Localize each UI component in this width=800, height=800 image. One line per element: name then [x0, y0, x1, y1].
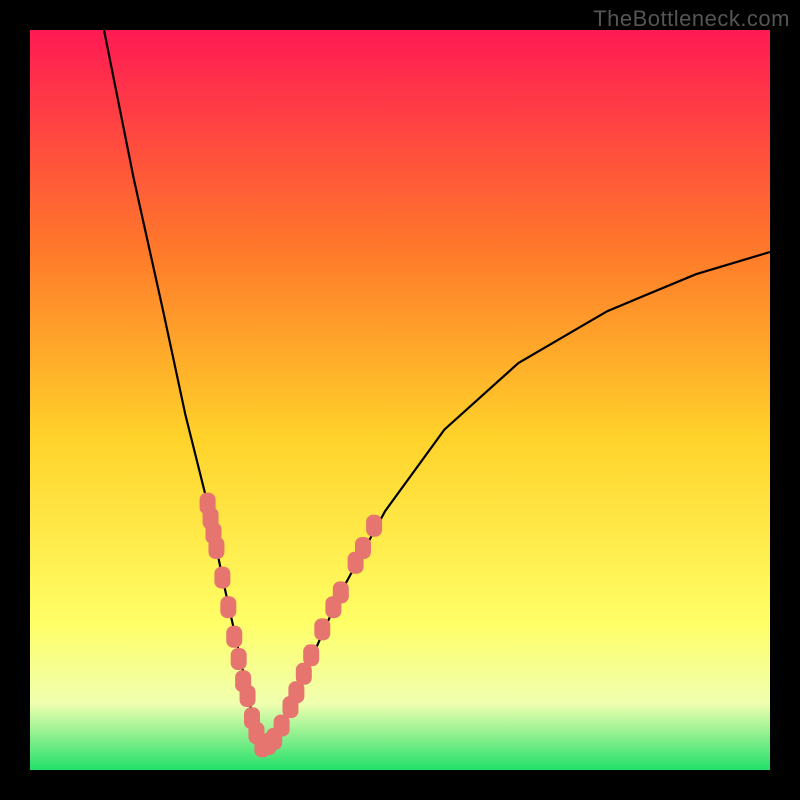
- bottleneck-chart: [30, 30, 770, 770]
- chart-frame: TheBottleneck.com: [0, 0, 800, 800]
- marker-dot: [314, 618, 330, 640]
- gradient-background: [30, 30, 770, 770]
- marker-dot: [274, 715, 290, 737]
- marker-dot: [333, 581, 349, 603]
- marker-dot: [220, 596, 236, 618]
- marker-dot: [240, 685, 256, 707]
- marker-dot: [214, 567, 230, 589]
- marker-dot: [355, 537, 371, 559]
- watermark-text: TheBottleneck.com: [593, 6, 790, 32]
- marker-dot: [226, 626, 242, 648]
- marker-dot: [231, 648, 247, 670]
- marker-dot: [303, 644, 319, 666]
- marker-dot: [208, 537, 224, 559]
- marker-dot: [366, 515, 382, 537]
